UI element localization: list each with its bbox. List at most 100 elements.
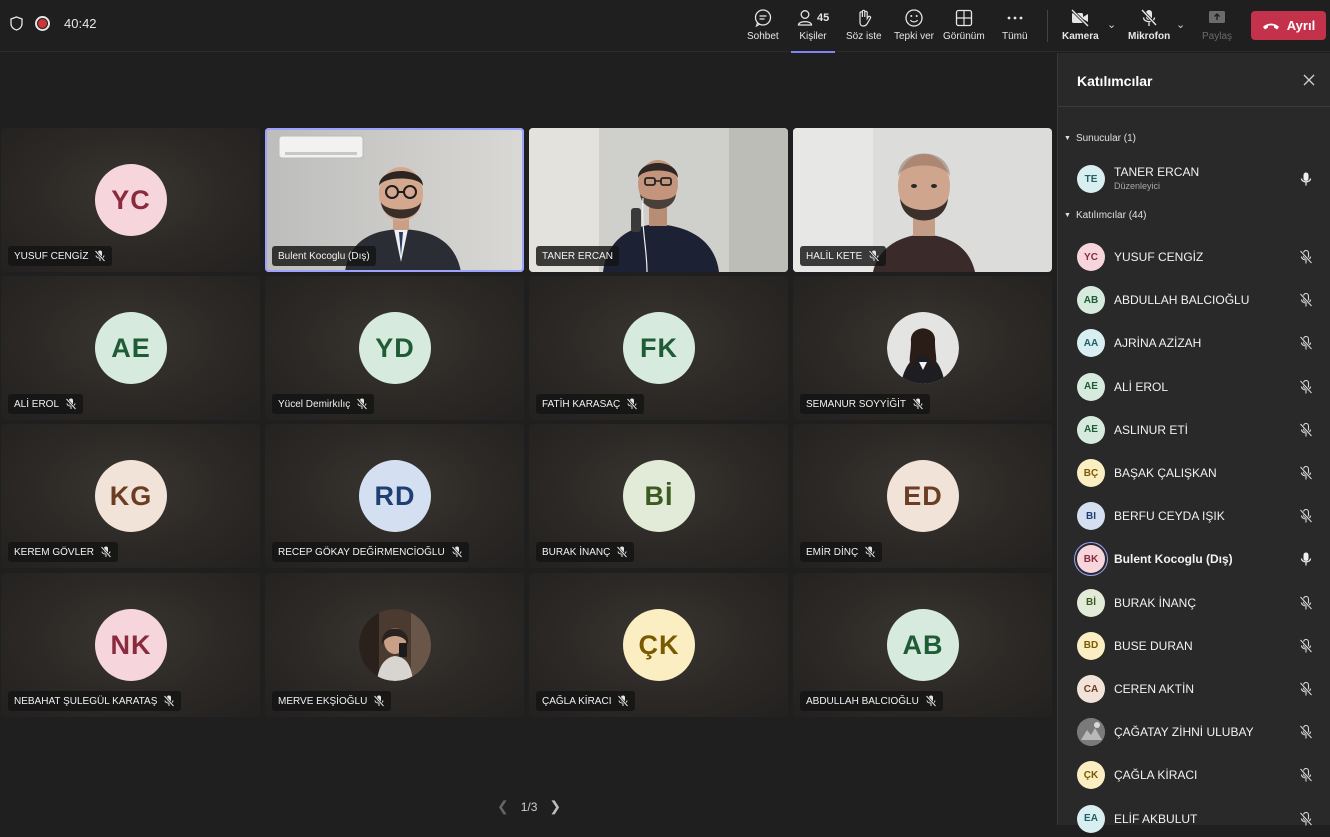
close-icon[interactable] xyxy=(1302,73,1316,87)
leave-button[interactable]: Ayrıl xyxy=(1251,11,1326,40)
participant-tile[interactable]: YC YUSUF CENGİZ xyxy=(1,128,260,272)
participant-row[interactable]: CA CEREN AKTİN xyxy=(1058,671,1330,707)
chat-icon xyxy=(754,9,771,28)
participant-tile[interactable]: AB ABDULLAH BALCIOĞLU xyxy=(793,573,1052,717)
participant-row[interactable]: YC YUSUF CENGİZ xyxy=(1058,239,1330,275)
more-button[interactable]: Tümü xyxy=(1002,8,1028,48)
avatar: BD xyxy=(1077,631,1105,660)
participant-name: YUSUF CENGİZ xyxy=(1114,250,1204,264)
avatar: FK xyxy=(623,312,695,384)
participant-role: Düzenleyici xyxy=(1114,181,1161,191)
mic-button[interactable]: Mikrofon xyxy=(1128,8,1170,48)
mic-options-chevron-icon[interactable]: ⌄ xyxy=(1176,18,1185,31)
participant-row[interactable]: AB ABDULLAH BALCIOĞLU xyxy=(1058,282,1330,318)
view-button[interactable]: Görünüm xyxy=(943,8,985,48)
prev-page-chevron-icon[interactable]: ❮ xyxy=(497,798,509,815)
participant-row[interactable]: BI BERFU CEYDA IŞIK xyxy=(1058,498,1330,534)
mic-off-icon xyxy=(617,546,628,558)
panel-divider xyxy=(1058,106,1330,107)
participant-tile[interactable]: KG KEREM GÖVLER xyxy=(1,424,260,568)
participant-tile[interactable]: RD RECEP GÖKAY DEĞİRMENCİOĞLU xyxy=(265,424,524,568)
participant-row[interactable]: EA ELİF AKBULUT xyxy=(1058,801,1330,837)
participant-row[interactable]: BD BUSE DURAN xyxy=(1058,628,1330,664)
avatar: AA xyxy=(1077,329,1105,358)
participant-tile[interactable]: MERVE EKŞİOĞLU xyxy=(265,573,524,717)
participant-row[interactable]: Bİ BURAK İNANÇ xyxy=(1058,585,1330,621)
camera-button[interactable]: Kamera xyxy=(1062,8,1099,48)
participant-name: BURAK İNANÇ xyxy=(542,546,611,558)
participant-row[interactable]: ÇK ÇAĞLA KİRACI xyxy=(1058,757,1330,793)
participant-tile[interactable]: Bulent Kocoglu (Dış) xyxy=(265,128,524,272)
participant-name: ÇAĞLA KİRACI xyxy=(1114,768,1198,783)
participant-name: ABDULLAH BALCIOĞLU xyxy=(1114,293,1250,308)
mic-on-icon xyxy=(1300,552,1312,566)
participant-name-tag: FATİH KARASAÇ xyxy=(536,394,645,414)
participant-name-tag: KEREM GÖVLER xyxy=(8,542,119,562)
avatar: ÇK xyxy=(623,609,695,681)
mic-off-icon xyxy=(1299,422,1313,437)
chat-button[interactable]: Sohbet xyxy=(747,8,779,48)
people-button[interactable]: 45 Kişiler xyxy=(791,8,835,53)
participant-tile[interactable]: ÇK ÇAĞLA KİRACI xyxy=(529,573,788,717)
raise-hand-label: Söz iste xyxy=(846,31,882,42)
participant-row[interactable]: BK Bulent Kocoglu (Dış) xyxy=(1058,541,1330,577)
avatar: AE xyxy=(1077,415,1105,444)
page-indicator: 1/3 xyxy=(520,799,538,814)
meeting-toolbar: 40:42 Sohbet 45 Kişiler Söz iste Tepki v… xyxy=(0,0,1330,53)
participant-tile[interactable]: FK FATİH KARASAÇ xyxy=(529,276,788,420)
participant-name-tag: HALİL KETE xyxy=(800,246,887,266)
presenters-section-header[interactable]: ▼ Sunucular (1) xyxy=(1064,133,1136,144)
raise-hand-button[interactable]: Söz iste xyxy=(846,8,882,48)
participant-tile[interactable]: Bİ BURAK İNANÇ xyxy=(529,424,788,568)
avatar: Bİ xyxy=(623,460,695,532)
mic-off-icon xyxy=(1299,509,1313,523)
video-stage: YC YUSUF CENGİZ Bulent Kocoglu (Dış) TANER … xyxy=(0,53,1057,825)
participant-row[interactable]: AA AJRİNA AZİZAH xyxy=(1058,325,1330,361)
participant-name: BAŞAK ÇALIŞKAN xyxy=(1114,466,1217,480)
people-label: Kişiler xyxy=(799,31,827,42)
participant-name: RECEP GÖKAY DEĞİRMENCİOĞLU xyxy=(278,546,445,558)
participant-name: BERFU CEYDA IŞIK xyxy=(1114,509,1225,524)
participant-tile[interactable]: SEMANUR SOYYİĞİT xyxy=(793,276,1052,420)
participant-row[interactable]: AE ALİ EROL xyxy=(1058,369,1330,405)
participant-tile[interactable]: ED EMİR DİNÇ xyxy=(793,424,1052,568)
mic-label: Mikrofon xyxy=(1128,31,1171,42)
participant-row-presenter[interactable]: TE TANER ERCAN Düzenleyici xyxy=(1058,161,1330,197)
next-page-chevron-icon[interactable]: ❯ xyxy=(549,798,561,815)
avatar: YC xyxy=(95,164,167,236)
mic-off-icon xyxy=(356,398,368,410)
attendees-section-header[interactable]: ▼ Katılımcılar (44) xyxy=(1064,210,1147,221)
participant-name: Yücel Demirkılıç xyxy=(278,398,351,410)
participant-name-tag: SEMANUR SOYYİĞİT xyxy=(800,394,931,414)
share-button[interactable]: Paylaş xyxy=(1202,8,1232,48)
participant-name-tag: TANER ERCAN xyxy=(536,246,619,266)
mic-off-icon xyxy=(373,695,385,707)
mic-off-icon xyxy=(100,546,112,558)
participant-tile[interactable]: TANER ERCAN xyxy=(529,128,788,272)
react-button[interactable]: Tepki ver xyxy=(894,8,934,48)
participant-name: Bulent Kocoglu (Dış) xyxy=(1114,552,1233,567)
participants-panel: Katılımcılar ▼ Sunucular (1) TE TANER ER… xyxy=(1057,53,1330,833)
participant-name-tag: ALİ EROL xyxy=(8,394,84,414)
participant-name: ABDULLAH BALCIOĞLU xyxy=(806,695,919,707)
participant-row[interactable]: AE ASLINUR ETİ xyxy=(1058,412,1330,448)
participant-tile[interactable]: HALİL KETE xyxy=(793,128,1052,272)
camera-options-chevron-icon[interactable]: ⌄ xyxy=(1107,18,1116,31)
participant-name-tag: NEBAHAT ŞULEGÜL KARATAŞ xyxy=(8,691,182,711)
participant-name-tag: Yücel Demirkılıç xyxy=(272,394,375,414)
mic-off-icon xyxy=(1141,8,1158,27)
participant-row[interactable]: ÇAĞATAY ZİHNİ ULUBAY xyxy=(1058,714,1330,750)
presenters-label: Sunucular (1) xyxy=(1075,133,1136,144)
participant-name-tag: ÇAĞLA KİRACI xyxy=(536,691,636,711)
avatar: AE xyxy=(95,312,167,384)
share-icon xyxy=(1209,11,1225,23)
mic-off-icon xyxy=(95,250,106,262)
people-icon xyxy=(797,10,813,26)
participant-row[interactable]: BÇ BAŞAK ÇALIŞKAN xyxy=(1058,455,1330,491)
participant-tile[interactable]: YD Yücel Demirkılıç xyxy=(265,276,524,420)
hang-up-icon xyxy=(1262,23,1279,29)
participant-name: ÇAĞATAY ZİHNİ ULUBAY xyxy=(1114,725,1254,740)
participant-name: Bulent Kocoglu (Dış) xyxy=(278,250,370,262)
participant-tile[interactable]: AE ALİ EROL xyxy=(1,276,260,420)
participant-tile[interactable]: NK NEBAHAT ŞULEGÜL KARATAŞ xyxy=(1,573,260,717)
